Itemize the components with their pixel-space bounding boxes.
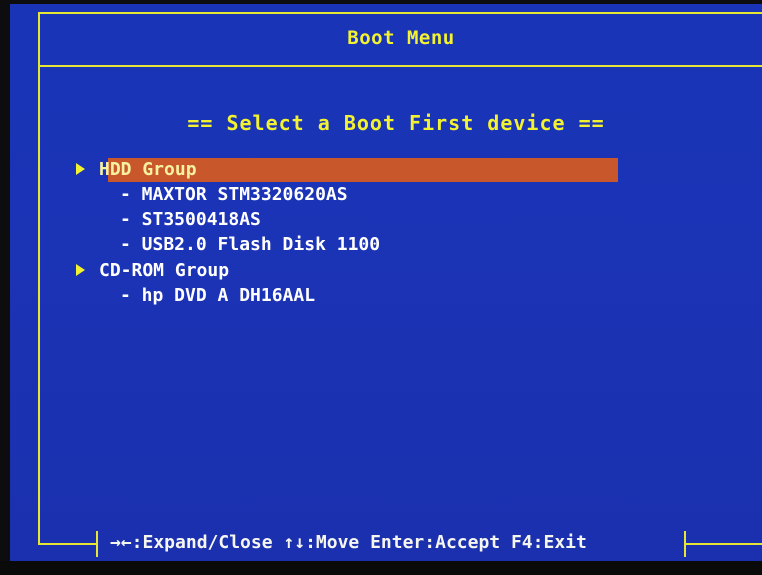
footer-left-tick (96, 531, 98, 557)
frame-bottom-border-left (38, 543, 98, 545)
boot-group-cdrom[interactable]: CD-ROM Group (76, 259, 229, 283)
footer-help-bar: →←:Expand/Close ↑↓:Move Enter:Accept F4:… (102, 529, 682, 557)
frame-bottom-border-right (686, 543, 762, 545)
frame-left-border (38, 12, 40, 545)
frame-title-separator (38, 65, 762, 67)
expand-arrow-icon (76, 264, 85, 276)
boot-device-hp-dvd[interactable]: - hp DVD A DH16AAL (120, 284, 315, 308)
boot-group-label: HDD Group (99, 159, 197, 180)
boot-device-st3500418as[interactable]: - ST3500418AS (120, 208, 261, 232)
boot-group-hdd[interactable]: HDD Group (76, 158, 197, 182)
boot-prompt: == Select a Boot First device == (187, 111, 605, 135)
window-title: Boot Menu (347, 27, 455, 49)
monitor-bezel (0, 561, 762, 575)
boot-device-maxtor[interactable]: - MAXTOR STM3320620AS (120, 183, 348, 207)
boot-menu-screen: Boot Menu == Select a Boot First device … (10, 4, 762, 569)
frame-top-border (38, 12, 762, 14)
boot-group-label: CD-ROM Group (99, 260, 230, 281)
expand-arrow-icon (76, 163, 85, 175)
footer-right-tick (684, 531, 686, 557)
boot-device-usb-flash[interactable]: - USB2.0 Flash Disk 1100 (120, 233, 380, 257)
